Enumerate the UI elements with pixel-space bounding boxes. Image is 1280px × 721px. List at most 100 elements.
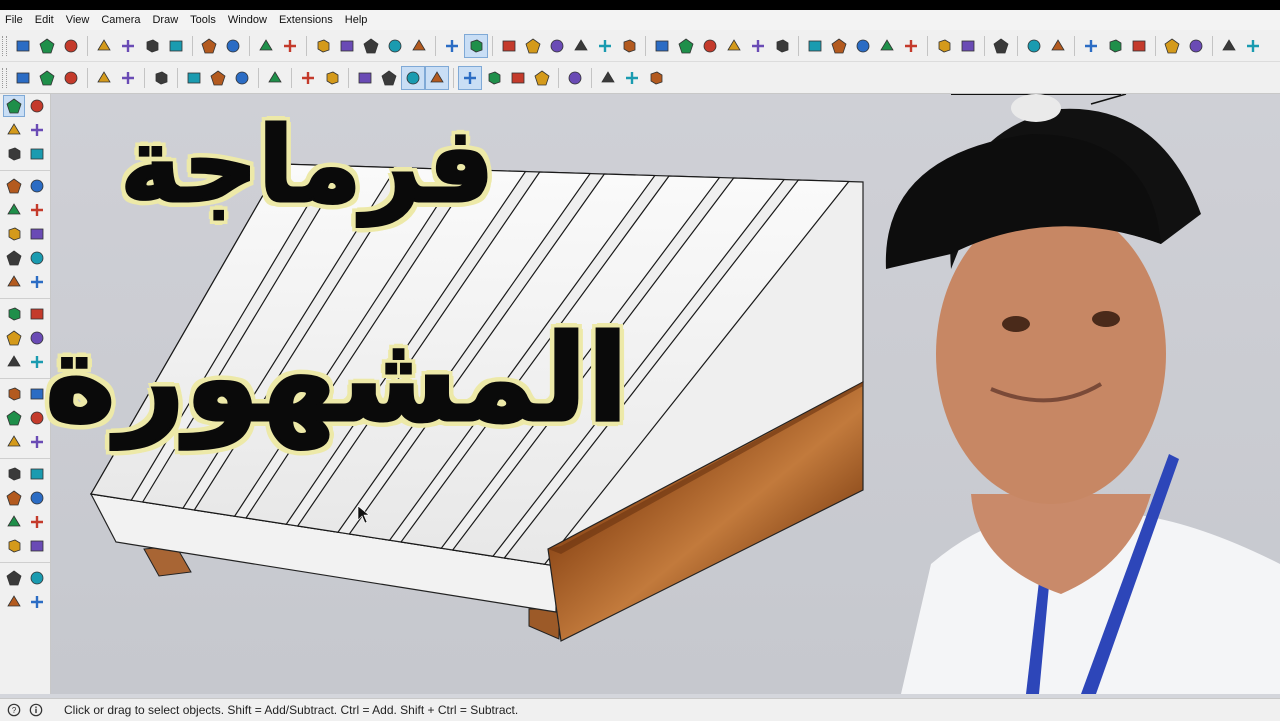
box-open-icon[interactable] xyxy=(36,67,58,89)
warehouse-icon[interactable] xyxy=(933,35,955,57)
toolbar-grip[interactable] xyxy=(2,35,7,56)
camera-orbit-icon[interactable] xyxy=(378,67,400,89)
freehand-icon[interactable] xyxy=(27,176,47,196)
pan-icon[interactable] xyxy=(4,464,24,484)
sandbox-smoove-icon[interactable] xyxy=(4,592,24,612)
copy-icon[interactable] xyxy=(117,35,139,57)
extension-7-icon[interactable] xyxy=(1185,35,1207,57)
materials-icon[interactable] xyxy=(264,67,286,89)
solid-split-icon[interactable] xyxy=(876,35,898,57)
clock-icon[interactable] xyxy=(645,67,667,89)
circle-icon[interactable] xyxy=(4,224,24,244)
zoom-icon[interactable] xyxy=(4,488,24,508)
solid-union-icon[interactable] xyxy=(804,35,826,57)
back-edges-icon[interactable] xyxy=(336,35,358,57)
save-icon[interactable] xyxy=(60,35,82,57)
right-view-icon[interactable] xyxy=(570,35,592,57)
redo-icon[interactable] xyxy=(222,35,244,57)
move-icon[interactable] xyxy=(4,304,24,324)
axes-icon[interactable] xyxy=(354,67,376,89)
styles-icon[interactable] xyxy=(747,35,769,57)
open-icon[interactable] xyxy=(36,35,58,57)
xray-icon[interactable] xyxy=(312,35,334,57)
paste-icon[interactable] xyxy=(141,35,163,57)
sandbox-icon[interactable] xyxy=(93,67,115,89)
info-icon[interactable] xyxy=(28,702,44,718)
rectangle-icon[interactable] xyxy=(4,200,24,220)
solid-intersect-icon[interactable] xyxy=(900,35,922,57)
make-component-icon[interactable] xyxy=(4,120,24,140)
menu-tools[interactable]: Tools xyxy=(184,10,222,30)
rotate-3d-icon[interactable] xyxy=(207,67,229,89)
footprint-icon[interactable] xyxy=(4,568,24,588)
groups-icon[interactable] xyxy=(675,35,697,57)
solid-trim-icon[interactable] xyxy=(852,35,874,57)
menu-help[interactable]: Help xyxy=(339,10,374,30)
new-icon[interactable] xyxy=(12,35,34,57)
camera-pan-icon[interactable] xyxy=(401,65,425,90)
front-view-icon[interactable] xyxy=(546,35,568,57)
iso-view-icon[interactable] xyxy=(498,35,520,57)
extension-3-icon[interactable] xyxy=(1080,35,1102,57)
layers-icon[interactable] xyxy=(723,35,745,57)
print-icon[interactable] xyxy=(255,35,277,57)
back-view-icon[interactable] xyxy=(594,35,616,57)
help-icon[interactable]: ? xyxy=(6,702,22,718)
top-view-icon[interactable] xyxy=(522,35,544,57)
camera-zoom-icon[interactable] xyxy=(425,65,449,90)
tape-measure-icon[interactable] xyxy=(4,384,24,404)
zoom-window-icon[interactable] xyxy=(27,464,47,484)
cut-icon[interactable] xyxy=(93,35,115,57)
compass-icon[interactable] xyxy=(597,67,619,89)
geo-terrain-icon[interactable] xyxy=(483,67,505,89)
monochrome-icon[interactable] xyxy=(464,33,488,58)
dynamic-icon[interactable] xyxy=(507,67,529,89)
components-icon[interactable] xyxy=(651,35,673,57)
menu-view[interactable]: View xyxy=(60,10,96,30)
pencil-tool-icon[interactable] xyxy=(150,67,172,89)
select-arrow-icon[interactable] xyxy=(2,95,25,117)
polygon-icon[interactable] xyxy=(27,224,47,244)
geo-location-icon[interactable] xyxy=(458,65,482,90)
extension-2-icon[interactable] xyxy=(1047,35,1069,57)
shadow-icon[interactable] xyxy=(564,67,586,89)
shaded-textures-icon[interactable] xyxy=(441,35,463,57)
protractor-icon[interactable] xyxy=(4,408,24,428)
axes-tool-icon[interactable] xyxy=(4,432,24,452)
offset-icon[interactable] xyxy=(27,352,47,372)
menu-extensions[interactable]: Extensions xyxy=(273,10,339,30)
extension-5-icon[interactable] xyxy=(1128,35,1150,57)
dimension-icon[interactable] xyxy=(183,67,205,89)
menu-window[interactable]: Window xyxy=(222,10,273,30)
push-pull-icon[interactable] xyxy=(27,304,47,324)
two-point-arc-icon[interactable] xyxy=(27,248,47,268)
three-point-arc-icon[interactable] xyxy=(27,272,47,292)
model-info-icon[interactable] xyxy=(279,35,301,57)
section-display-icon[interactable] xyxy=(27,568,47,588)
extension-1-icon[interactable] xyxy=(1023,35,1045,57)
zoom-extents-icon[interactable] xyxy=(27,488,47,508)
text-tool-icon[interactable] xyxy=(27,384,47,404)
pie-icon[interactable] xyxy=(4,272,24,292)
box-textured-icon[interactable] xyxy=(60,67,82,89)
menu-file[interactable]: File xyxy=(0,10,29,30)
extension-9-icon[interactable] xyxy=(1242,35,1264,57)
toolbar-grip[interactable] xyxy=(2,67,7,88)
menu-edit[interactable]: Edit xyxy=(29,10,60,30)
look-around-icon[interactable] xyxy=(27,512,47,532)
photo-match-icon[interactable] xyxy=(531,67,553,89)
section-plane-icon[interactable] xyxy=(27,432,47,452)
layout-icon[interactable] xyxy=(957,35,979,57)
paint-icon[interactable] xyxy=(231,67,253,89)
extension-4-icon[interactable] xyxy=(1104,35,1126,57)
walk-icon[interactable] xyxy=(27,536,47,556)
hidden-line-icon[interactable] xyxy=(384,35,406,57)
play-icon[interactable] xyxy=(990,35,1012,57)
menu-draw[interactable]: Draw xyxy=(146,10,184,30)
shaded-icon[interactable] xyxy=(408,35,430,57)
undo-icon[interactable] xyxy=(198,35,220,57)
box-icon[interactable] xyxy=(12,67,34,89)
position-camera-icon[interactable] xyxy=(4,536,24,556)
solid-subtract-icon[interactable] xyxy=(828,35,850,57)
eyedropper-icon[interactable] xyxy=(27,144,47,164)
